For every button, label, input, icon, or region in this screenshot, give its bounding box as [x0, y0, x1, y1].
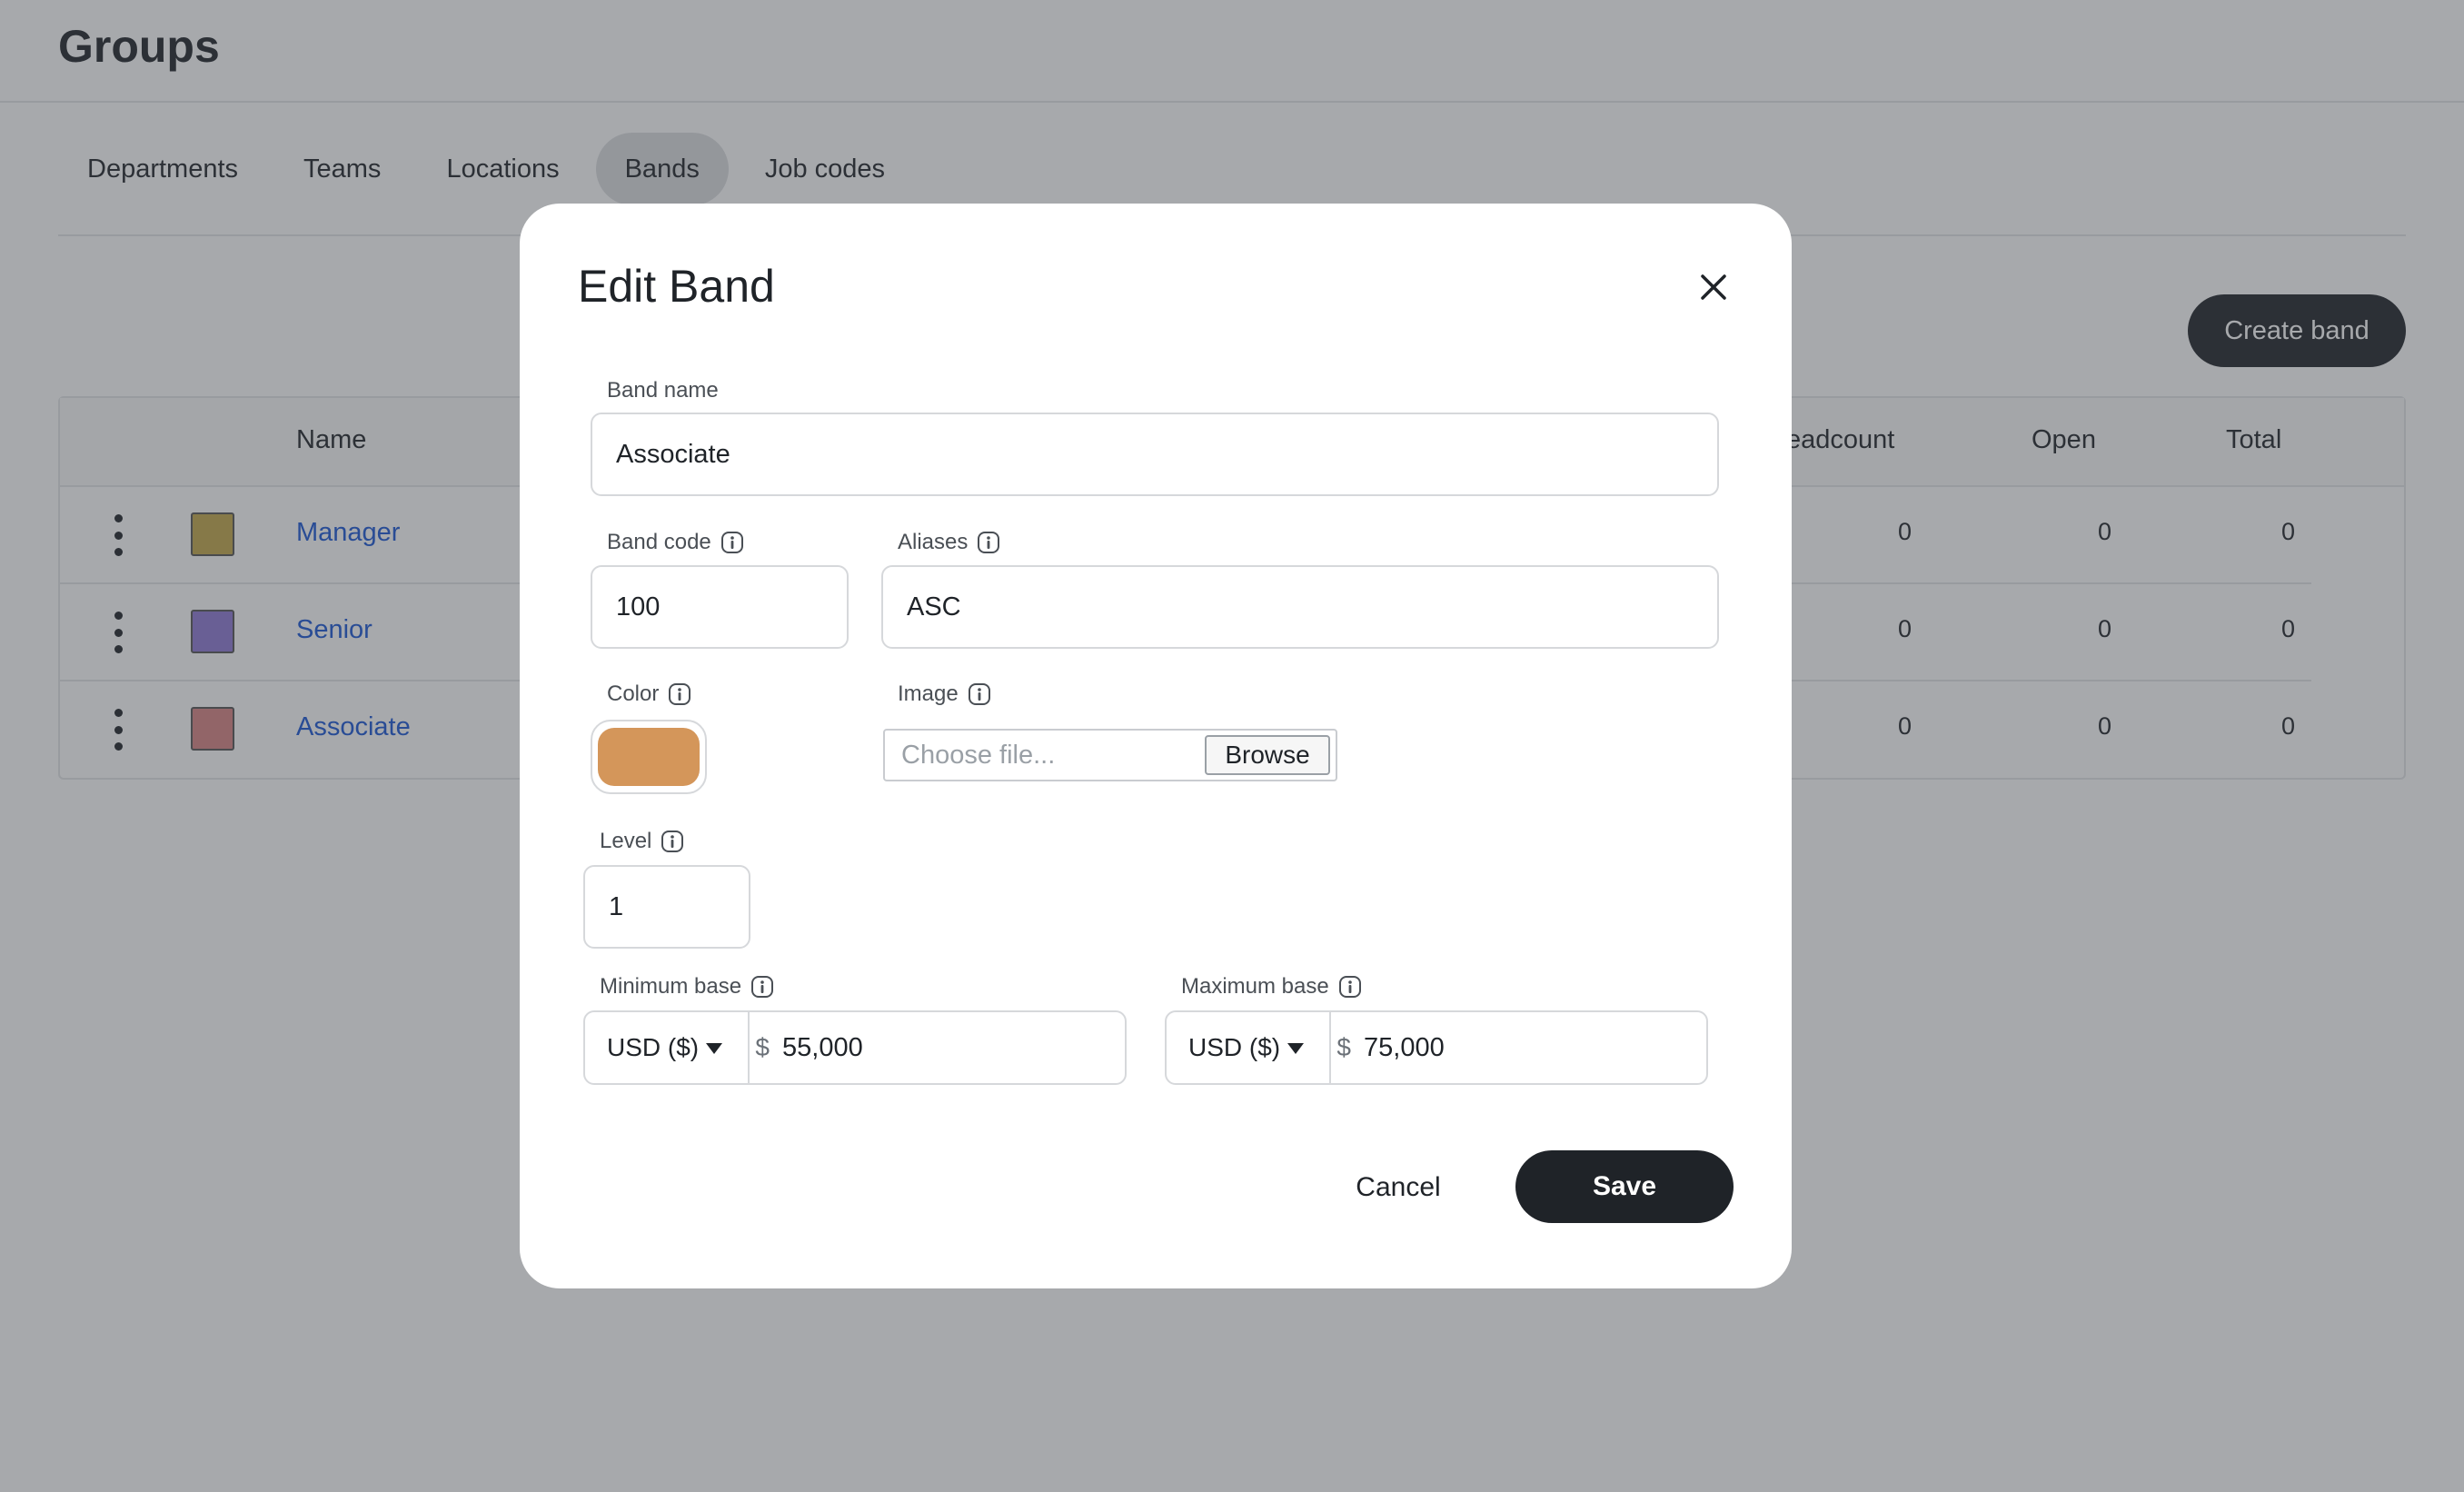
level-input[interactable]	[585, 867, 749, 947]
band-code-input[interactable]	[592, 567, 847, 647]
color-swatch	[598, 728, 700, 786]
edit-band-dialog: Edit Band Band name Band code Aliases Co…	[520, 204, 1792, 1288]
band-name-field	[591, 413, 1719, 496]
minimum-base-label: Minimum base	[600, 972, 774, 1001]
maximum-base-input[interactable]	[1364, 1012, 1706, 1083]
info-icon[interactable]	[977, 531, 1000, 554]
dialog-title: Edit Band	[578, 261, 775, 312]
color-picker-button[interactable]	[591, 720, 707, 794]
file-placeholder[interactable]: Choose file...	[885, 741, 1205, 771]
color-label-text: Color	[607, 681, 660, 706]
minimum-base-label-text: Minimum base	[600, 974, 742, 999]
info-icon[interactable]	[750, 975, 774, 999]
aliases-input[interactable]	[883, 567, 1717, 647]
currency-value: USD ($)	[1188, 1033, 1281, 1061]
close-icon[interactable]	[1692, 265, 1735, 309]
level-label: Level	[600, 827, 684, 856]
aliases-label-text: Aliases	[898, 530, 969, 554]
band-code-field	[591, 565, 849, 649]
info-icon[interactable]	[968, 682, 991, 706]
level-label-text: Level	[600, 829, 652, 853]
maximum-base-field: USD ($) $	[1165, 1010, 1708, 1085]
maximum-base-currency-select[interactable]: USD ($)	[1167, 1012, 1332, 1083]
caret-down-icon	[1287, 1043, 1305, 1054]
band-code-label: Band code	[607, 528, 744, 557]
band-name-input[interactable]	[592, 414, 1717, 494]
aliases-field	[881, 565, 1719, 649]
cancel-button[interactable]: Cancel	[1321, 1152, 1475, 1223]
info-icon[interactable]	[1338, 975, 1362, 999]
currency-value: USD ($)	[607, 1033, 700, 1061]
image-file-input: Choose file... Browse	[883, 729, 1337, 781]
minimum-base-field: USD ($) $	[583, 1010, 1127, 1085]
aliases-label: Aliases	[898, 528, 1000, 557]
minimum-base-currency-select[interactable]: USD ($)	[585, 1012, 750, 1083]
info-icon[interactable]	[720, 531, 744, 554]
minimum-base-input[interactable]	[782, 1012, 1125, 1083]
dollar-sign: $	[755, 1033, 770, 1061]
band-name-label: Band name	[607, 376, 719, 405]
browse-button[interactable]: Browse	[1205, 735, 1330, 775]
dollar-sign: $	[1336, 1033, 1351, 1061]
save-button[interactable]: Save	[1515, 1150, 1734, 1223]
maximum-base-label-text: Maximum base	[1181, 974, 1329, 999]
image-label: Image	[898, 680, 991, 709]
band-code-label-text: Band code	[607, 530, 711, 554]
caret-down-icon	[706, 1043, 723, 1054]
info-icon[interactable]	[661, 830, 684, 853]
color-label: Color	[607, 680, 691, 709]
band-name-label-text: Band name	[607, 378, 719, 403]
info-icon[interactable]	[668, 682, 691, 706]
level-field	[583, 865, 750, 949]
maximum-base-label: Maximum base	[1181, 972, 1362, 1001]
image-label-text: Image	[898, 681, 959, 706]
